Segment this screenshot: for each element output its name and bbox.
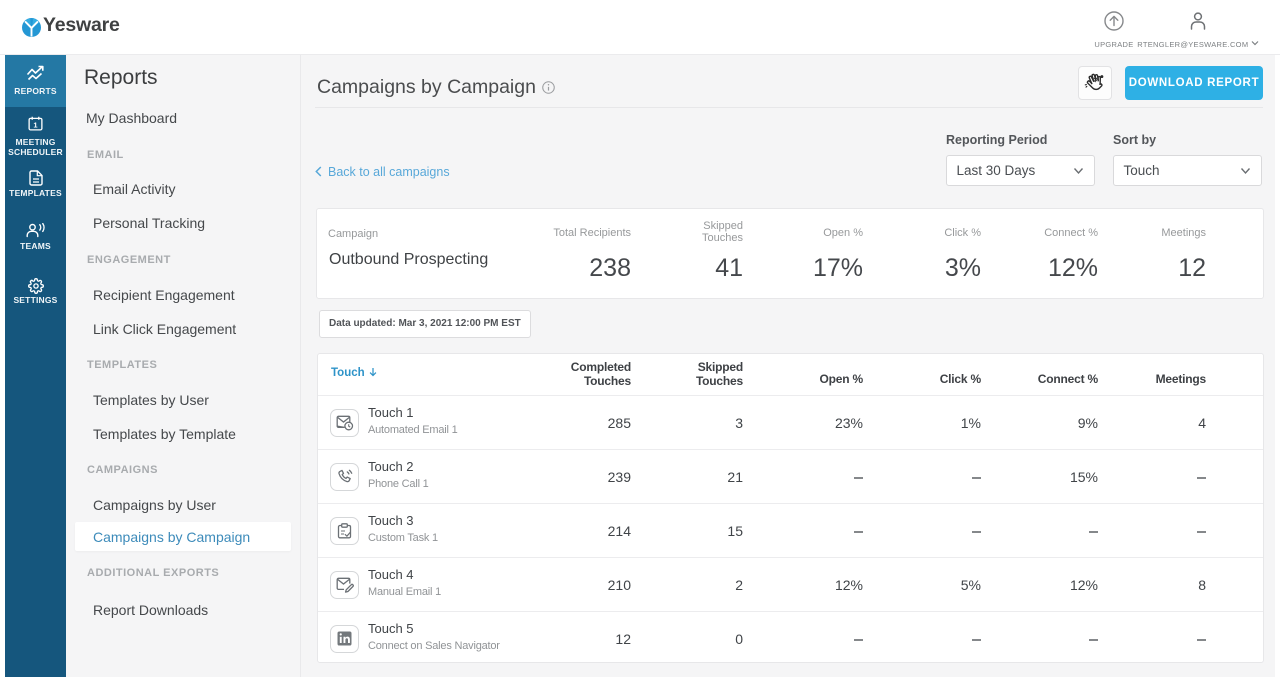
svg-text:1: 1 [33, 121, 37, 130]
